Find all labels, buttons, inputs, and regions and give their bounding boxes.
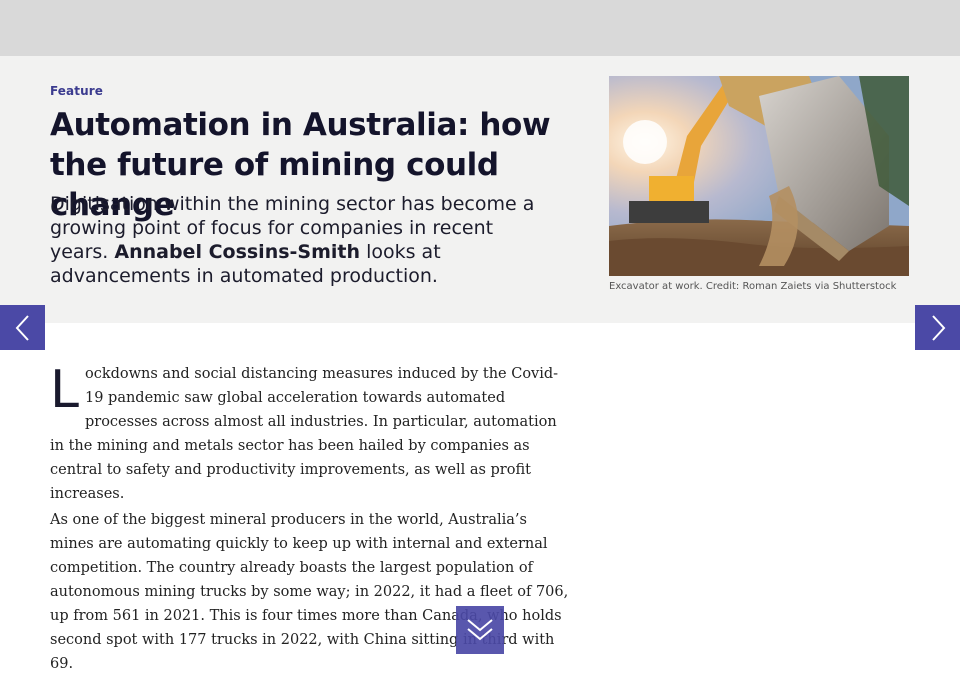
previous-article-button[interactable] xyxy=(0,305,45,350)
chevron-left-icon xyxy=(15,314,29,341)
image-caption: Excavator at work. Credit: Roman Zaiets … xyxy=(609,281,897,292)
excavator-photo xyxy=(609,76,909,276)
article-category-link[interactable]: Feature xyxy=(50,84,103,98)
article-paragraph: Lockdowns and social distancing measures… xyxy=(50,362,575,506)
scroll-down-button[interactable] xyxy=(456,606,504,654)
double-chevron-down-icon xyxy=(467,619,493,641)
paragraph-text: ockdowns and social distancing measures … xyxy=(50,366,559,502)
article-standfirst: Digitisation within the mining sector ha… xyxy=(50,192,550,288)
drop-cap: L xyxy=(50,360,79,420)
author-name[interactable]: Annabel Cossins-Smith xyxy=(114,241,360,263)
next-article-button[interactable] xyxy=(915,305,960,350)
chevron-right-icon xyxy=(931,314,945,341)
top-ad-bar xyxy=(0,0,960,56)
